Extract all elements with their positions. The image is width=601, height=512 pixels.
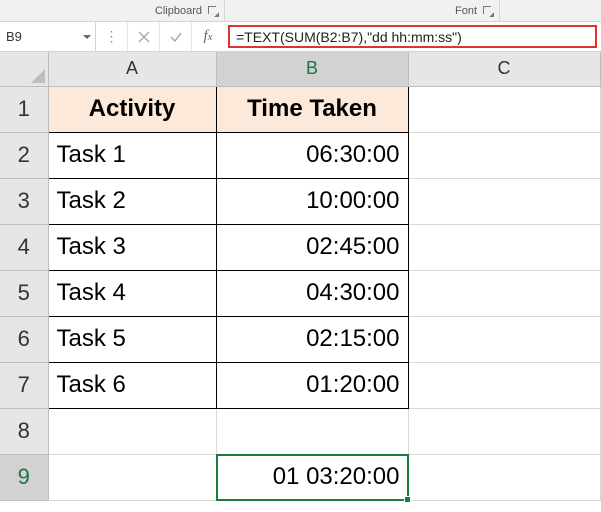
cell-A1[interactable]: Activity	[48, 86, 216, 132]
cell-A5[interactable]: Task 4	[48, 270, 216, 316]
column-header-A[interactable]: A	[48, 52, 216, 86]
cell-C3[interactable]	[408, 178, 600, 224]
row-header-7[interactable]: 7	[0, 362, 48, 408]
cell-A6[interactable]: Task 5	[48, 316, 216, 362]
dialog-launcher-icon[interactable]	[483, 6, 493, 16]
enter-button[interactable]	[160, 22, 192, 51]
column-header-C[interactable]: C	[408, 52, 600, 86]
cell-A4[interactable]: Task 3	[48, 224, 216, 270]
cell-C6[interactable]	[408, 316, 600, 362]
column-header-B[interactable]: B	[216, 52, 408, 86]
cell-C4[interactable]	[408, 224, 600, 270]
cell-A8[interactable]	[48, 408, 216, 454]
cell-B4[interactable]: 02:45:00	[216, 224, 408, 270]
worksheet-grid[interactable]: A B C 1 Activity Time Taken 2 Task 1 06:…	[0, 52, 601, 501]
cell-B2[interactable]: 06:30:00	[216, 132, 408, 178]
row-header-3[interactable]: 3	[0, 178, 48, 224]
row-header-9[interactable]: 9	[0, 454, 48, 500]
ribbon-groups-strip: Clipboard Font	[0, 0, 601, 22]
x-icon	[137, 30, 151, 44]
ribbon-group-font: Font	[225, 0, 500, 22]
fx-icon[interactable]: fx	[192, 22, 224, 51]
cell-A3[interactable]: Task 2	[48, 178, 216, 224]
cell-B6[interactable]: 02:15:00	[216, 316, 408, 362]
cell-A2[interactable]: Task 1	[48, 132, 216, 178]
row-header-8[interactable]: 8	[0, 408, 48, 454]
cell-B3[interactable]: 10:00:00	[216, 178, 408, 224]
formula-input[interactable]: =TEXT(SUM(B2:B7),"dd hh:mm:ss")	[228, 25, 597, 48]
cancel-button[interactable]	[128, 22, 160, 51]
cell-A9[interactable]	[48, 454, 216, 500]
name-box[interactable]: B9	[0, 22, 96, 51]
row-header-6[interactable]: 6	[0, 316, 48, 362]
name-box-value: B9	[0, 29, 79, 44]
formula-bar-expand[interactable]: ⋮	[96, 22, 128, 51]
row-header-5[interactable]: 5	[0, 270, 48, 316]
name-box-dropdown[interactable]	[79, 35, 95, 39]
row-header-4[interactable]: 4	[0, 224, 48, 270]
select-all-corner[interactable]	[0, 52, 48, 86]
dialog-launcher-icon[interactable]	[208, 6, 218, 16]
ribbon-group-label: Clipboard	[155, 5, 202, 17]
cell-B8[interactable]	[216, 408, 408, 454]
cell-B9[interactable]: 01 03:20:00	[216, 454, 408, 500]
cell-C5[interactable]	[408, 270, 600, 316]
cell-C2[interactable]	[408, 132, 600, 178]
cell-C8[interactable]	[408, 408, 600, 454]
cell-B7[interactable]: 01:20:00	[216, 362, 408, 408]
formula-text: =TEXT(SUM(B2:B7),"dd hh:mm:ss")	[236, 29, 462, 45]
cell-C1[interactable]	[408, 86, 600, 132]
chevron-down-icon	[83, 35, 91, 39]
check-icon	[169, 30, 183, 44]
cell-B1[interactable]: Time Taken	[216, 86, 408, 132]
ribbon-group-clipboard: Clipboard	[0, 0, 225, 22]
cell-B9-value: 01 03:20:00	[273, 463, 400, 490]
formula-bar: B9 ⋮ fx =TEXT(SUM(B2:B7),"dd hh:mm:ss")	[0, 22, 601, 52]
cell-C7[interactable]	[408, 362, 600, 408]
cell-B5[interactable]: 04:30:00	[216, 270, 408, 316]
row-header-1[interactable]: 1	[0, 86, 48, 132]
row-header-2[interactable]: 2	[0, 132, 48, 178]
cell-C9[interactable]	[408, 454, 600, 500]
ribbon-group-label: Font	[455, 5, 477, 17]
cell-A7[interactable]: Task 6	[48, 362, 216, 408]
